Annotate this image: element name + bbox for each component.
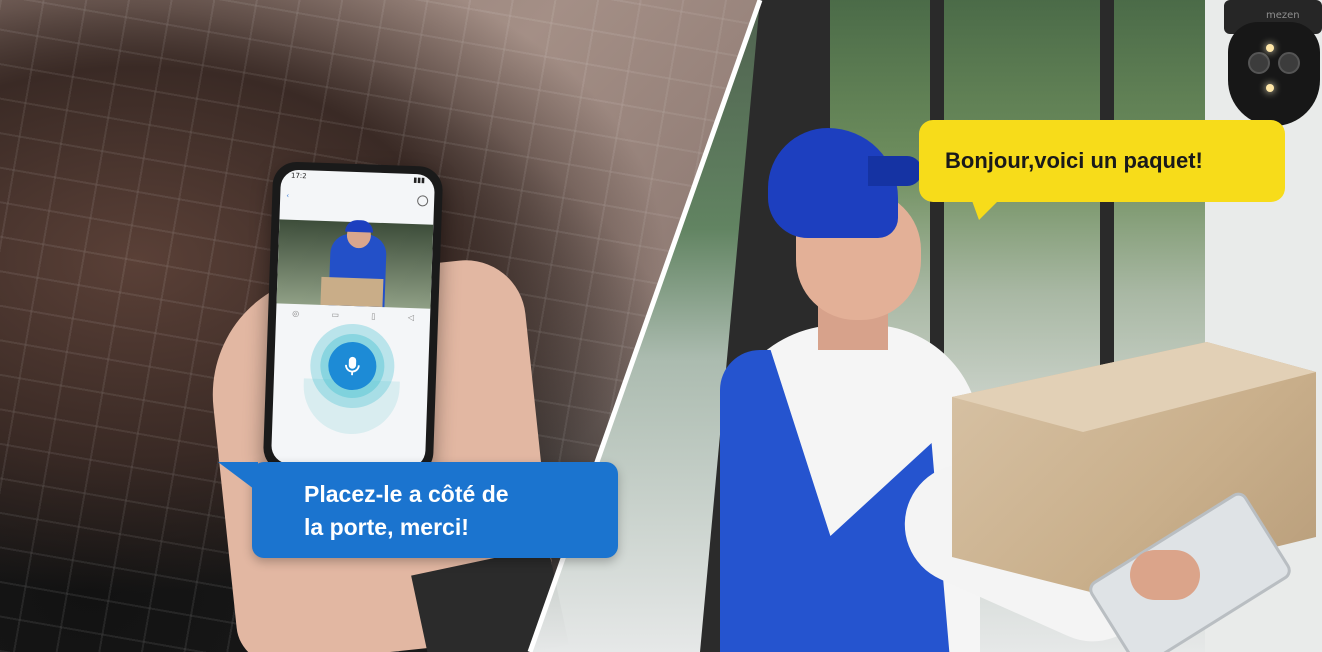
camera-lens-icon [1248, 52, 1270, 74]
promo-image: 17:2 ▮▮▮ ‹ ◎ ▭ ▯ ◁ mezen Placez-le a côt… [0, 0, 1322, 652]
camera-light-icon [1266, 84, 1274, 92]
greeting-speech-bubble: Bonjour,voici un paquet! [919, 120, 1285, 220]
security-camera: mezen [1222, 0, 1322, 128]
camera-light-icon [1266, 44, 1274, 52]
courier-cap-brim [868, 156, 922, 186]
phone-time: 17:2 [290, 171, 307, 181]
reply-line-2: la porte, merci! [304, 514, 469, 540]
reply-text: Placez-le a côté de la porte, merci! [304, 478, 604, 544]
record-icon[interactable]: ▭ [331, 310, 339, 319]
camera-brand: mezen [1266, 10, 1300, 21]
talk-panel [272, 321, 430, 436]
phone-screen: 17:2 ▮▮▮ ‹ ◎ ▭ ▯ ◁ [270, 169, 436, 469]
reply-speech-bubble: Placez-le a côté de la porte, merci! [218, 462, 618, 558]
settings-icon[interactable] [416, 194, 429, 207]
signal-icon: ▮▮▮ [413, 176, 426, 185]
back-icon[interactable]: ‹ [286, 192, 289, 200]
courier-hand [1130, 550, 1200, 600]
speaker-icon[interactable]: ◁ [408, 312, 414, 321]
camera-body [1228, 22, 1320, 126]
reply-line-1: Placez-le a côté de [304, 481, 509, 507]
microphone-icon [345, 356, 360, 376]
camera-lens-icon [1278, 52, 1300, 74]
quality-icon[interactable]: ▯ [371, 311, 376, 320]
live-video-feed [276, 219, 434, 309]
courier-thumbnail-cap [345, 219, 374, 233]
courier-thumbnail-box [320, 276, 384, 308]
smartphone: 17:2 ▮▮▮ ‹ ◎ ▭ ▯ ◁ [262, 161, 444, 477]
greeting-text: Bonjour,voici un paquet! [945, 148, 1203, 173]
snapshot-icon[interactable]: ◎ [292, 308, 299, 317]
